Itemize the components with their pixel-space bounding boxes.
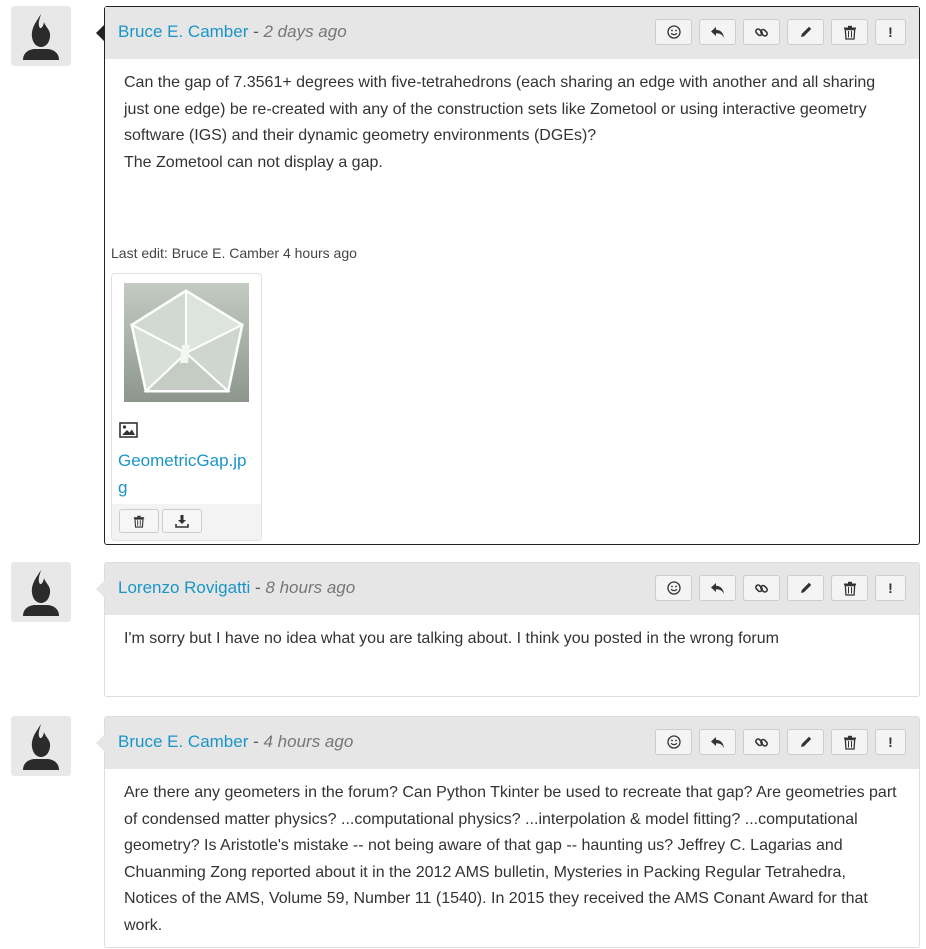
avatar[interactable]: [11, 716, 71, 776]
post-actions: !: [648, 19, 906, 45]
post-body: Can the gap of 7.3561+ degrees with five…: [105, 59, 919, 186]
attachment-download-button[interactable]: [162, 509, 202, 533]
post-body: Are there any geometers in the forum? Ca…: [105, 769, 919, 949]
trash-icon: [843, 25, 856, 40]
post-header: Bruce E. Camber - 4 hours ago !: [96, 717, 919, 769]
attachment-filename-link[interactable]: GeometricGap.jpg: [118, 447, 253, 501]
link-icon: [755, 583, 768, 593]
edit-button[interactable]: [787, 575, 824, 601]
post-actions: !: [648, 575, 906, 601]
author-link[interactable]: Bruce E. Camber: [118, 732, 248, 751]
pencil-icon: [800, 736, 811, 747]
smiley-icon: [666, 581, 681, 595]
react-button[interactable]: [655, 575, 692, 601]
reply-icon: [711, 736, 724, 748]
post-header: Bruce E. Camber - 2 days ago !: [96, 7, 919, 59]
image-icon: [119, 422, 138, 438]
delete-button[interactable]: [831, 729, 868, 755]
attachment-actions: [112, 504, 261, 540]
author-line: Bruce E. Camber - 2 days ago: [118, 22, 347, 42]
permalink-button[interactable]: [743, 19, 780, 45]
permalink-button[interactable]: [743, 575, 780, 601]
post-time: 8 hours ago: [265, 578, 356, 597]
permalink-button[interactable]: [743, 729, 780, 755]
reply-button[interactable]: [699, 575, 736, 601]
avatar[interactable]: [11, 6, 71, 66]
post-header: Lorenzo Rovigatti - 8 hours ago !: [96, 563, 919, 615]
react-button[interactable]: [655, 19, 692, 45]
separator: -: [250, 578, 266, 597]
trash-icon: [133, 515, 145, 528]
attachment-delete-button[interactable]: [119, 509, 159, 533]
trash-icon: [843, 735, 856, 750]
author-link[interactable]: Bruce E. Camber: [118, 22, 248, 41]
post-body: I'm sorry but I have no idea what you ar…: [105, 615, 919, 663]
author-line: Lorenzo Rovigatti - 8 hours ago: [118, 578, 355, 598]
speech-arrow: [96, 734, 105, 752]
user-silhouette-icon: [23, 14, 59, 60]
avatar[interactable]: [11, 562, 71, 622]
author-line: Bruce E. Camber - 4 hours ago: [118, 732, 353, 752]
exclamation-icon: !: [888, 24, 893, 40]
attachment-card: GeometricGap.jpg: [111, 273, 262, 541]
report-button[interactable]: !: [875, 729, 906, 755]
reply-icon: [711, 26, 724, 38]
link-icon: [755, 737, 768, 747]
author-link[interactable]: Lorenzo Rovigatti: [118, 578, 250, 597]
delete-button[interactable]: [831, 575, 868, 601]
post-actions: !: [648, 729, 906, 755]
edit-button[interactable]: [787, 19, 824, 45]
react-button[interactable]: [655, 729, 692, 755]
link-icon: [755, 27, 768, 37]
report-button[interactable]: !: [875, 575, 906, 601]
reply-button[interactable]: [699, 729, 736, 755]
reply-button[interactable]: [699, 19, 736, 45]
post-time: 2 days ago: [263, 22, 347, 41]
speech-arrow: [96, 580, 105, 598]
download-icon: [175, 515, 189, 528]
user-silhouette-icon: [23, 724, 59, 770]
exclamation-icon: !: [888, 580, 893, 596]
post-card: Bruce E. Camber - 2 days ago ! Can the g…: [96, 6, 920, 545]
user-silhouette-icon: [23, 570, 59, 616]
report-button[interactable]: !: [875, 19, 906, 45]
speech-arrow: [96, 24, 105, 42]
post-card: Lorenzo Rovigatti - 8 hours ago ! I'm so…: [96, 562, 920, 697]
exclamation-icon: !: [888, 734, 893, 750]
post-text: Are there any geometers in the forum? Ca…: [124, 784, 897, 934]
delete-button[interactable]: [831, 19, 868, 45]
edit-button[interactable]: [787, 729, 824, 755]
smiley-icon: [666, 735, 681, 749]
pencil-icon: [800, 26, 811, 37]
separator: -: [248, 22, 264, 41]
post-card: Bruce E. Camber - 4 hours ago ! Are ther…: [96, 716, 920, 949]
reply-icon: [711, 582, 724, 594]
post-text: The Zometool can not display a gap.: [124, 153, 383, 171]
last-edit-note: Last edit: Bruce E. Camber 4 hours ago: [111, 245, 357, 261]
attachment-thumbnail[interactable]: [124, 283, 249, 402]
post-text: Can the gap of 7.3561+ degrees with five…: [124, 74, 876, 144]
smiley-icon: [666, 25, 681, 39]
separator: -: [248, 732, 264, 751]
tetrahedron-photo: [124, 283, 249, 402]
trash-icon: [843, 581, 856, 596]
post-time: 4 hours ago: [263, 732, 354, 751]
pencil-icon: [800, 582, 811, 593]
post-text: I'm sorry but I have no idea what you ar…: [124, 630, 779, 647]
